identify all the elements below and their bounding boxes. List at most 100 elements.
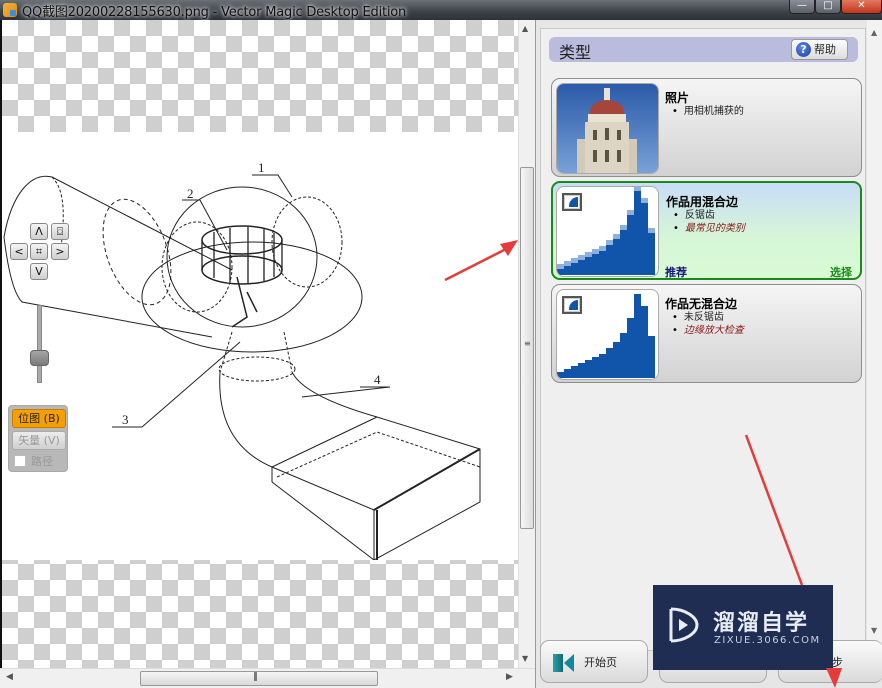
watermark-brand: 溜溜自学 xyxy=(713,611,810,636)
path-checkbox[interactable] xyxy=(14,455,26,467)
label-2: 2 xyxy=(187,186,194,201)
bitmap-mode-button[interactable]: 位图 (B) xyxy=(12,409,66,428)
pixel-column xyxy=(620,333,627,378)
select-link[interactable]: 选择 xyxy=(830,264,852,280)
pan-right-button[interactable]: > xyxy=(51,243,69,260)
scroll-up-arrow[interactable]: ▲ xyxy=(522,24,528,33)
torus-ring xyxy=(141,241,363,353)
antialias-pixel xyxy=(641,198,648,203)
pixel-column xyxy=(641,203,648,275)
leader-1 xyxy=(252,174,293,198)
card-bullet: 用相机捕获的 xyxy=(672,105,744,118)
pixel-column xyxy=(641,306,648,378)
pixel-column xyxy=(599,251,606,275)
pixel-column xyxy=(592,357,599,378)
technical-drawing: 1 2 3 4 xyxy=(2,132,518,560)
pixel-column xyxy=(585,360,592,378)
path-label: 路径 xyxy=(31,455,53,468)
pan-down-button[interactable]: V xyxy=(30,263,48,280)
pixel-column xyxy=(599,354,606,378)
box-hidden xyxy=(276,431,481,478)
horizontal-scroll-thumb[interactable]: ||| xyxy=(140,671,378,686)
torus-outer xyxy=(166,186,318,328)
grip-icon: ||| xyxy=(253,672,258,682)
close-button[interactable]: ✕ xyxy=(841,0,882,14)
label-4: 4 xyxy=(374,372,381,387)
box-outlet-top xyxy=(373,448,481,511)
pixel-column xyxy=(564,266,571,275)
canvas-vertical-scrollbar[interactable]: ▲ ≡ ▼ xyxy=(518,20,535,668)
watermark-overlay: 溜溜自学 ZIXUE.3066.COM xyxy=(653,585,833,670)
antialias-pixel xyxy=(571,258,578,263)
label-3: 3 xyxy=(122,412,129,427)
pixel-column xyxy=(557,372,564,378)
pixel-column xyxy=(648,233,655,275)
scroll-left-arrow[interactable]: ◀ xyxy=(6,672,13,682)
torus-section-left xyxy=(161,221,233,313)
antialias-pixel xyxy=(578,255,585,260)
pixel-column xyxy=(634,191,641,275)
elbow-neck xyxy=(218,356,296,382)
pixel-column xyxy=(571,263,578,275)
title-bar: QQ截图20200228155630.png - Vector Magic De… xyxy=(0,0,882,20)
type-card-blended-art[interactable]: 作品用混合边 反锯齿 最常见的类别 推荐 选择 xyxy=(551,181,862,280)
antialias-pixel xyxy=(557,264,564,269)
card-bullets: 反锯齿 最常见的类别 xyxy=(673,209,745,235)
pixel-column xyxy=(578,260,585,275)
pixel-column xyxy=(571,366,578,378)
pixel-column xyxy=(606,245,613,275)
minimize-button[interactable]: — xyxy=(789,0,815,14)
type-card-aliased-art[interactable]: 作品无混合边 未反锯齿 边缘放大检查 xyxy=(551,284,862,383)
type-header: 类型 ? 帮助 xyxy=(549,37,858,62)
elbow-top xyxy=(291,371,378,418)
fit-view-button[interactable]: ⌼ xyxy=(51,223,69,240)
leader-3 xyxy=(112,341,241,428)
antialias-pixel xyxy=(620,225,627,230)
antialias-pixel xyxy=(585,252,592,257)
panel-scrollbar[interactable]: ▲ ▼ xyxy=(867,20,882,642)
help-button[interactable]: ? 帮助 xyxy=(791,39,848,60)
card-title: 作品无混合边 xyxy=(665,297,738,311)
start-page-label: 开始页 xyxy=(584,656,617,669)
type-card-photo[interactable]: 照片 用相机捕获的 xyxy=(551,78,862,177)
box-outlet xyxy=(373,416,481,560)
image-canvas[interactable]: 1 2 3 4 Λ ⌼ < ⌗ > V 位图 (B) 矢量 (V) 路径 xyxy=(0,20,518,668)
card-title: 作品用混合边 xyxy=(666,195,739,209)
zoom-slider-thumb[interactable] xyxy=(30,350,49,366)
pan-left-button[interactable]: < xyxy=(10,243,28,260)
card-bullet: 未反锯齿 xyxy=(672,311,744,324)
card-bullet-emphasis: 边缘放大检查 xyxy=(672,324,744,337)
vector-mode-button[interactable]: 矢量 (V) xyxy=(12,431,66,450)
pixel-column xyxy=(613,239,620,275)
photo-tower-thumbnail xyxy=(556,83,659,174)
pixel-column xyxy=(620,230,627,275)
play-logo-icon xyxy=(669,607,699,643)
canvas-horizontal-scrollbar[interactable]: ◀ ||| ▶ xyxy=(0,668,535,688)
scroll-right-arrow[interactable]: ▶ xyxy=(506,672,513,682)
next-label: 步 xyxy=(832,656,843,669)
start-page-icon xyxy=(553,654,574,672)
recommended-label: 推荐 xyxy=(665,266,687,279)
maximize-button[interactable]: □ xyxy=(815,0,841,14)
scroll-down-arrow[interactable]: ▼ xyxy=(522,654,528,663)
type-list: 类型 ? 帮助 照片 • 用相机捕获的 作品用混合边 • 反锯齿 • 最常见的类… xyxy=(540,28,866,651)
grip-icon: ≡ xyxy=(524,339,531,348)
pixel-column xyxy=(606,348,613,378)
impeller-blades xyxy=(201,227,283,283)
antialias-pixel xyxy=(592,249,599,254)
pan-up-button[interactable]: Λ xyxy=(30,223,48,240)
box-bottom xyxy=(271,467,375,560)
start-page-button[interactable]: 开始页 xyxy=(540,640,648,683)
aliased-art-thumbnail xyxy=(556,289,659,380)
antialias-pixel xyxy=(648,228,655,233)
scroll-up-arrow[interactable]: ▲ xyxy=(871,28,877,37)
antialias-pixel xyxy=(606,240,613,245)
antialiased-art-thumbnail xyxy=(556,186,659,277)
scroll-down-arrow[interactable]: ▼ xyxy=(871,626,877,635)
zoom-slider-track[interactable] xyxy=(37,305,42,383)
view-mode-panel: 位图 (B) 矢量 (V) 路径 xyxy=(8,405,68,472)
antialias-pixel xyxy=(613,234,620,239)
center-view-button[interactable]: ⌗ xyxy=(30,243,48,260)
vertical-scroll-thumb[interactable]: ≡ xyxy=(520,167,534,529)
pixel-column xyxy=(613,342,620,378)
